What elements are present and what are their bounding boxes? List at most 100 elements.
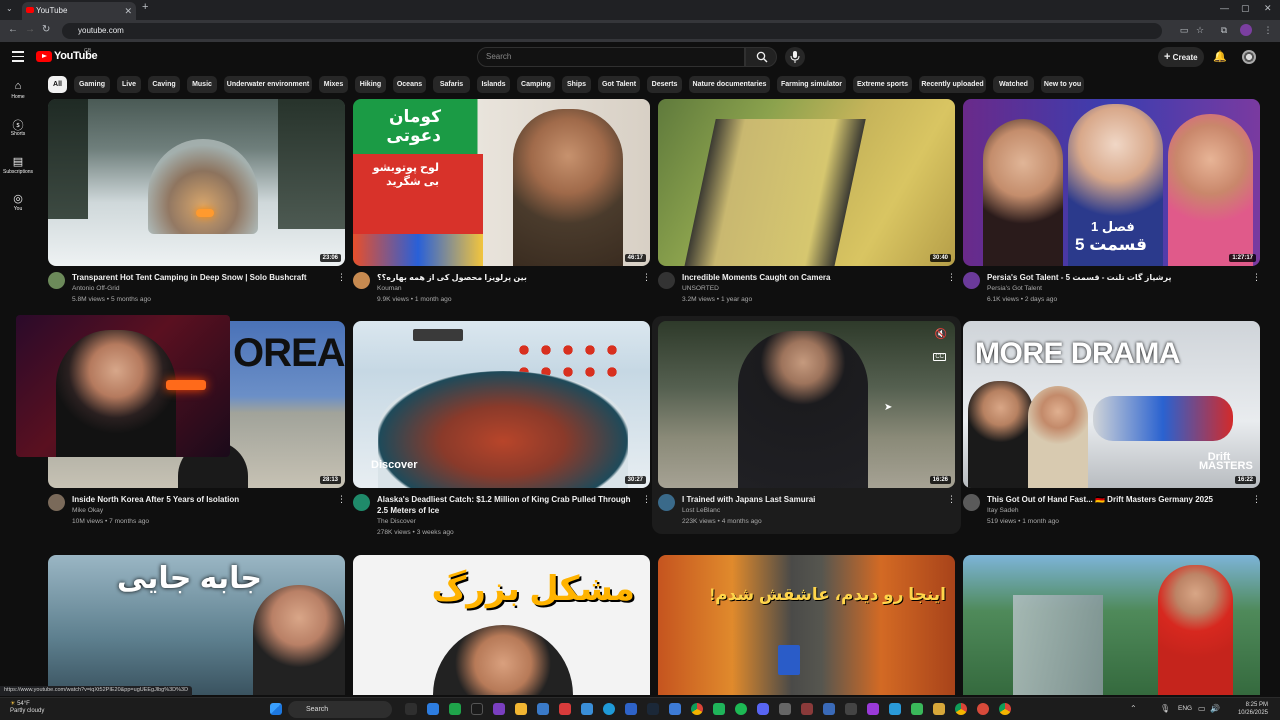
chip-hiking[interactable]: Hiking [355, 76, 386, 93]
channel-name[interactable]: UNSORTED [682, 283, 719, 294]
sidebar-item-subscriptions[interactable]: ▤ Subscriptions [0, 155, 36, 175]
chip-caving[interactable]: Caving [148, 76, 180, 93]
spotify-icon[interactable] [735, 703, 747, 715]
app-icon[interactable] [823, 703, 835, 715]
channel-name[interactable]: The Discover [377, 516, 416, 527]
chip-music[interactable]: Music [187, 76, 217, 93]
channel-avatar[interactable] [48, 494, 65, 511]
chip-all[interactable]: All [48, 76, 67, 93]
app-icon[interactable] [713, 703, 725, 715]
more-options-icon[interactable]: ⋮ [1252, 494, 1261, 505]
chip-new-to-you[interactable]: New to you [1041, 76, 1084, 93]
sidebar-item-shorts[interactable]: ⓢ Shorts [0, 117, 36, 137]
chip-got-talent[interactable]: Got Talent [598, 76, 640, 93]
more-options-icon[interactable]: ⋮ [337, 494, 346, 505]
chip-farming-simulator[interactable]: Farming simulator [777, 76, 846, 93]
profile-icon[interactable] [1240, 24, 1252, 36]
chrome-icon[interactable] [691, 703, 703, 715]
cast-icon[interactable]: ▭ [1178, 24, 1190, 36]
app-icon[interactable] [559, 703, 571, 715]
channel-avatar[interactable] [48, 272, 65, 289]
windows-start-icon[interactable] [270, 703, 282, 715]
app-icon[interactable] [867, 703, 879, 715]
channel-avatar[interactable] [963, 494, 980, 511]
app-icon[interactable] [493, 703, 505, 715]
chip-mixes[interactable]: Mixes [319, 76, 348, 93]
video-thumbnail[interactable]: MORE DRAMA Drift MASTERS 16:22 [963, 321, 1260, 488]
task-view-icon[interactable] [405, 703, 417, 715]
channel-avatar[interactable] [658, 272, 675, 289]
chip-deserts[interactable]: Deserts [647, 76, 682, 93]
steam-icon[interactable] [647, 703, 659, 715]
extensions-icon[interactable]: ⧉ [1218, 24, 1230, 36]
close-tab-icon[interactable]: ✕ [124, 2, 132, 20]
video-thumbnail[interactable]: 30:40 [658, 99, 955, 266]
video-thumbnail[interactable]: كومان دعوتی لوح پوتوبشو بی شگرید 46:17 [353, 99, 650, 266]
language-indicator[interactable]: ENG [1178, 705, 1192, 712]
video-title[interactable]: This Got Out of Hand Fast... 🇩🇪 Drift Ma… [987, 494, 1245, 505]
app-icon[interactable] [889, 703, 901, 715]
bookmark-star-icon[interactable]: ☆ [1194, 24, 1206, 36]
browser-tab-youtube[interactable]: YouTube ✕ [22, 2, 136, 20]
chip-extreme-sports[interactable]: Extreme sports [853, 76, 912, 93]
channel-avatar[interactable] [353, 272, 370, 289]
app-icon[interactable] [669, 703, 681, 715]
mute-icon[interactable]: 🔇 [935, 329, 947, 340]
app-icon[interactable] [845, 703, 857, 715]
more-options-icon[interactable]: ⋮ [337, 272, 346, 283]
chip-gaming[interactable]: Gaming [74, 76, 110, 93]
app-icon[interactable] [625, 703, 637, 715]
more-options-icon[interactable]: ⋮ [642, 494, 651, 505]
taskbar-search[interactable]: Search [288, 701, 392, 718]
chip-oceans[interactable]: Oceans [393, 76, 426, 93]
chip-live[interactable]: Live [117, 76, 141, 93]
chip-recently-uploaded[interactable]: Recently uploaded [919, 76, 986, 93]
app-icon[interactable] [449, 703, 461, 715]
file-explorer-icon[interactable] [515, 703, 527, 715]
video-thumbnail[interactable]: فصل 1 قسمت 5 1:27:17 [963, 99, 1260, 266]
chip-islands[interactable]: Islands [477, 76, 510, 93]
taskbar-clock[interactable]: 8:25 PM 10/26/2025 [1238, 701, 1268, 717]
notifications-bell-icon[interactable]: 🔔 [1213, 50, 1227, 63]
video-thumbnail[interactable]: 23:06 [48, 99, 345, 266]
video-thumbnail[interactable] [963, 555, 1260, 695]
forward-icon[interactable]: → [25, 24, 35, 35]
close-window-icon[interactable]: ✕ [1264, 3, 1272, 14]
more-options-icon[interactable]: ⋮ [1252, 272, 1261, 283]
app-icon[interactable] [581, 703, 593, 715]
search-input[interactable]: Search [477, 47, 745, 67]
search-button[interactable] [745, 47, 777, 67]
app-icon[interactable] [779, 703, 791, 715]
reload-icon[interactable]: ↻ [42, 24, 50, 35]
chip-ships[interactable]: Ships [562, 76, 591, 93]
youtube-logo-icon[interactable] [36, 51, 52, 62]
tab-search-icon[interactable]: ⌄ [6, 4, 13, 13]
video-title[interactable]: Incredible Moments Caught on Camera [682, 272, 940, 283]
chrome-icon[interactable] [955, 703, 967, 715]
volume-icon[interactable]: 🔊 [1210, 704, 1220, 713]
channel-name[interactable]: Lost LeBlanc [682, 505, 720, 516]
edge-icon[interactable] [603, 703, 615, 715]
video-title[interactable]: I Trained with Japans Last Samurai [682, 494, 940, 505]
video-title[interactable]: بین پرلویزا محصول کی از همه بهاره؟؟ [377, 272, 635, 283]
app-icon[interactable] [471, 703, 483, 715]
more-options-icon[interactable]: ⋮ [947, 494, 956, 505]
tray-chevron-icon[interactable]: ⌃ [1130, 704, 1137, 713]
chip-underwater-environment[interactable]: Underwater environment [224, 76, 312, 93]
video-title[interactable]: Alaska's Deadliest Catch: $1.2 Million o… [377, 494, 635, 516]
hamburger-menu-icon[interactable] [12, 51, 24, 62]
create-button[interactable]: + Create [1158, 47, 1204, 67]
voice-search-button[interactable] [785, 47, 805, 67]
video-thumbnail[interactable]: جابه جایی [48, 555, 345, 695]
app-icon[interactable] [977, 703, 989, 715]
app-icon[interactable] [427, 703, 439, 715]
channel-name[interactable]: Antonio Off-Grid [72, 283, 120, 294]
app-icon[interactable] [933, 703, 945, 715]
channel-name[interactable]: Itay Sadeh [987, 505, 1019, 516]
channel-avatar[interactable] [963, 272, 980, 289]
video-thumbnail[interactable]: 🔇 CC 16:26 [658, 321, 955, 488]
app-icon[interactable] [911, 703, 923, 715]
discord-icon[interactable] [757, 703, 769, 715]
account-avatar[interactable] [1242, 50, 1256, 64]
chrome-icon[interactable] [999, 703, 1011, 715]
